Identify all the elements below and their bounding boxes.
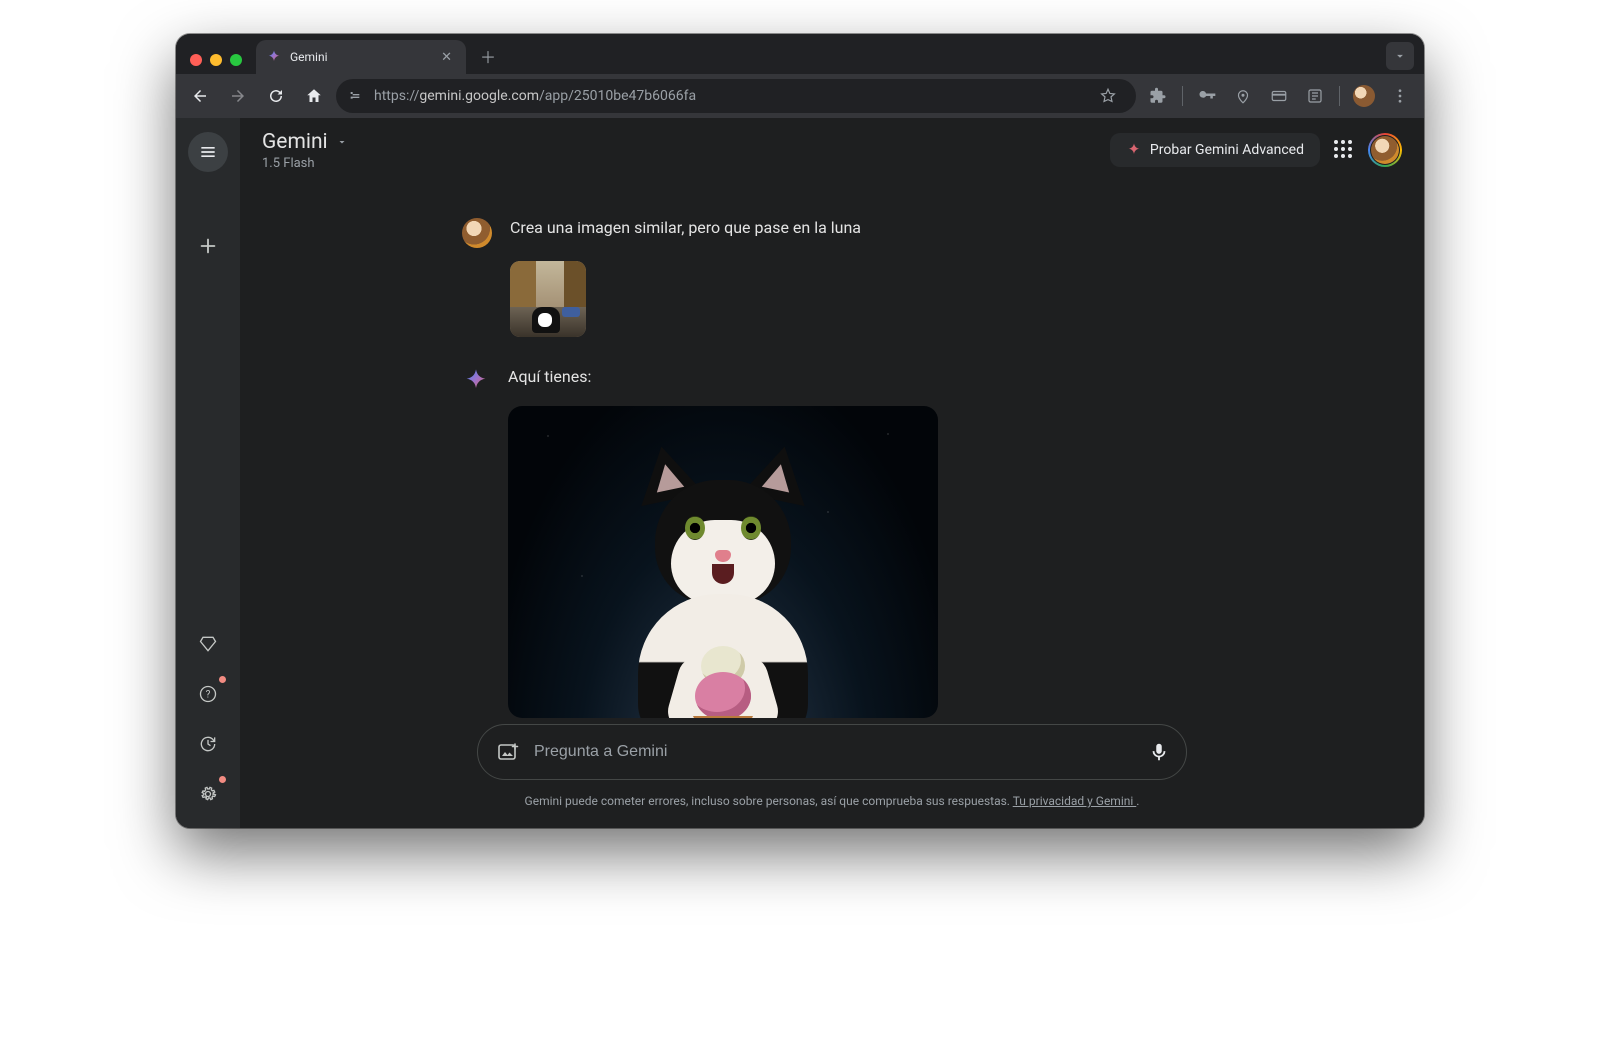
reload-icon — [267, 87, 285, 105]
gemini-avatar-icon — [462, 367, 490, 395]
separator — [1182, 86, 1183, 106]
user-avatar — [462, 218, 492, 248]
tab-title: Gemini — [290, 50, 328, 64]
new-chat-button[interactable] — [188, 226, 228, 266]
extensions-button[interactable] — [1142, 80, 1174, 112]
try-advanced-button[interactable]: Probar Gemini Advanced — [1110, 133, 1320, 167]
payments-button[interactable] — [1263, 80, 1295, 112]
user-message: Crea una imagen similar, pero que pase e… — [462, 216, 1202, 337]
disclaimer: Gemini puede cometer errores, incluso so… — [240, 794, 1424, 808]
tab-search-button[interactable] — [1386, 42, 1414, 70]
back-button[interactable] — [184, 80, 216, 112]
close-tab-button[interactable]: ✕ — [437, 46, 456, 69]
address-bar[interactable]: https://gemini.google.com/app/25010be47b… — [336, 79, 1136, 113]
avatar-icon — [1371, 136, 1399, 164]
history-icon — [198, 734, 218, 754]
tab-strip: Gemini ✕ ＋ — [176, 34, 1424, 74]
avatar-icon — [1353, 85, 1375, 107]
location-button[interactable] — [1227, 80, 1259, 112]
browser-tab[interactable]: Gemini ✕ — [256, 40, 466, 74]
puzzle-icon — [1149, 87, 1167, 105]
side-rail: ? — [176, 118, 240, 828]
gem-manager-button[interactable] — [188, 624, 228, 664]
generated-image[interactable] — [508, 406, 938, 718]
chevron-down-icon — [1393, 49, 1407, 63]
input-area: Gemini puede cometer errores, incluso so… — [240, 724, 1424, 828]
kebab-icon — [1391, 87, 1409, 105]
main-panel: Gemini 1.5 Flash Probar Gemini Advanced — [240, 118, 1424, 828]
help-button[interactable]: ? — [188, 674, 228, 714]
reading-list-button[interactable] — [1299, 80, 1331, 112]
privacy-link[interactable]: Tu privacidad y Gemini — [1013, 794, 1137, 808]
arrow-right-icon — [229, 87, 247, 105]
bookmark-button[interactable] — [1092, 80, 1124, 112]
conversation: Crea una imagen similar, pero que pase e… — [240, 182, 1424, 724]
toolbar-actions — [1142, 80, 1416, 112]
minimize-window-button[interactable] — [210, 54, 222, 66]
menu-button[interactable] — [188, 132, 228, 172]
prompt-input-bar — [477, 724, 1187, 780]
credit-card-icon — [1270, 87, 1288, 105]
mic-button[interactable] — [1148, 741, 1170, 763]
site-settings-icon[interactable] — [348, 88, 364, 104]
key-icon — [1197, 86, 1217, 106]
app-header: Gemini 1.5 Flash Probar Gemini Advanced — [240, 118, 1424, 182]
cta-label: Probar Gemini Advanced — [1150, 142, 1304, 158]
chrome-menu-button[interactable] — [1384, 80, 1416, 112]
browser-toolbar: https://gemini.google.com/app/25010be47b… — [176, 74, 1424, 118]
user-prompt-text: Crea una imagen similar, pero que pase e… — [510, 216, 861, 239]
model-selector[interactable]: Gemini — [262, 130, 348, 154]
gemini-app: ? Gemini 1.5 Flash Probar Gemini Advance… — [176, 118, 1424, 828]
svg-text:?: ? — [206, 689, 211, 700]
account-button[interactable] — [1368, 133, 1402, 167]
separator — [1339, 86, 1340, 106]
arrow-left-icon — [191, 87, 209, 105]
forward-button[interactable] — [222, 80, 254, 112]
spark-icon — [1126, 142, 1142, 158]
passwords-button[interactable] — [1191, 80, 1223, 112]
assistant-message: Aquí tienes: — [462, 365, 1202, 718]
user-attached-image[interactable] — [510, 261, 586, 337]
settings-button[interactable] — [188, 774, 228, 814]
reading-list-icon — [1306, 87, 1324, 105]
star-icon — [1099, 87, 1117, 105]
add-image-icon[interactable] — [496, 740, 520, 764]
profile-button[interactable] — [1348, 80, 1380, 112]
disclaimer-text: Gemini puede cometer errores, incluso so… — [525, 794, 1013, 808]
plus-icon — [197, 235, 219, 257]
home-icon — [305, 87, 323, 105]
chrome-window: Gemini ✕ ＋ https://gemini.google.com/app… — [176, 34, 1424, 828]
caret-down-icon — [336, 136, 348, 148]
hamburger-icon — [198, 142, 218, 162]
location-icon — [1234, 87, 1252, 105]
reload-button[interactable] — [260, 80, 292, 112]
new-tab-button[interactable]: ＋ — [474, 42, 502, 70]
activity-button[interactable] — [188, 724, 228, 764]
apps-grid-icon — [1334, 140, 1354, 160]
close-window-button[interactable] — [190, 54, 202, 66]
gemini-spark-icon — [266, 49, 282, 65]
traffic-lights — [190, 54, 242, 66]
assistant-intro-text: Aquí tienes: — [508, 365, 938, 388]
app-title: Gemini — [262, 130, 328, 154]
help-icon: ? — [198, 684, 218, 704]
url-text: https://gemini.google.com/app/25010be47b… — [374, 88, 696, 104]
model-version: 1.5 Flash — [262, 156, 348, 171]
gear-icon — [198, 784, 218, 804]
home-button[interactable] — [298, 80, 330, 112]
google-apps-button[interactable] — [1334, 140, 1354, 160]
prompt-input[interactable] — [534, 743, 1134, 761]
maximize-window-button[interactable] — [230, 54, 242, 66]
diamond-icon — [198, 634, 218, 654]
